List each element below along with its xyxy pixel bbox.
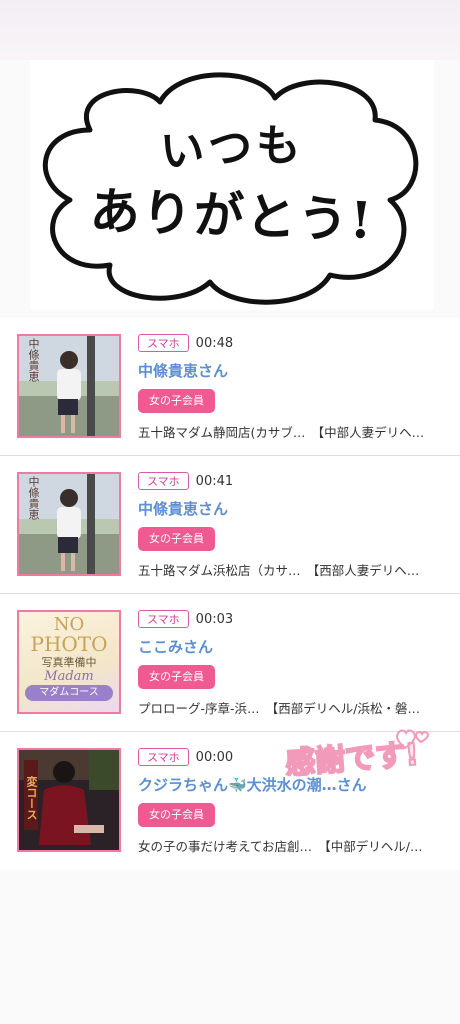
top-background: [0, 0, 460, 60]
device-badge: スマホ: [138, 748, 189, 766]
member-name-link[interactable]: クジラちゃん🐳大洪水の潮…さん: [138, 774, 448, 795]
thank-you-banner[interactable]: いつも ありがとう!: [30, 60, 434, 310]
member-name-link[interactable]: ここみさん: [138, 636, 448, 657]
device-badge: スマホ: [138, 610, 189, 628]
device-badge: スマホ: [138, 334, 189, 352]
member-type-badge: 女の子会員: [138, 803, 215, 827]
profile-thumbnail[interactable]: 中條貴恵: [17, 334, 121, 438]
profile-thumbnail[interactable]: NO PHOTO 写真準備中 Madam マダムコース: [17, 610, 121, 714]
shop-name: 女の子の事だけ考えてお店創… 【中部デリヘル/…: [138, 839, 423, 854]
device-badge: スマホ: [138, 472, 189, 490]
list-item[interactable]: NO PHOTO 写真準備中 Madam マダムコース スマホ 00:03 ここ…: [0, 594, 460, 732]
thumbnail-caption: 変コース: [25, 776, 38, 820]
shop-name: 五十路マダム静岡店(カサブ… 【中部人妻デリヘ…: [138, 425, 425, 440]
no-photo-text-2: PHOTO: [30, 632, 108, 656]
list-item[interactable]: 中條貴恵 スマホ 00:48 中條貴恵さん 女の子会員 五十路マダム静岡店(カサ…: [0, 318, 460, 456]
speech-cloud-icon: [42, 72, 419, 305]
visit-time: 00:41: [195, 473, 234, 489]
visit-time: 00:00: [195, 749, 234, 765]
visitor-list: 中條貴恵 スマホ 00:48 中條貴恵さん 女の子会員 五十路マダム静岡店(カサ…: [0, 318, 460, 870]
member-type-badge: 女の子会員: [138, 389, 215, 413]
visit-time: 00:48: [195, 335, 234, 351]
member-name-link[interactable]: 中條貴恵さん: [138, 360, 448, 381]
profile-thumbnail[interactable]: 中條貴恵: [17, 472, 121, 576]
shop-name: プロローグ-序章-浜… 【西部デリヘル/浜松・磐…: [138, 701, 420, 716]
shop-name: 五十路マダム浜松店（カサ… 【西部人妻デリヘ…: [138, 563, 420, 578]
thumbnail-caption: 中條貴恵: [27, 338, 40, 382]
visit-time: 00:03: [195, 611, 234, 627]
thumbnail-caption: 中條貴恵: [27, 476, 40, 520]
list-item[interactable]: 変コース スマホ 00:00 クジラちゃん🐳大洪水の潮…さん 女の子会員 女の子…: [0, 732, 460, 870]
list-item[interactable]: 中條貴恵 スマホ 00:41 中條貴恵さん 女の子会員 五十路マダム浜松店（カサ…: [0, 456, 460, 594]
no-photo-text-3: 写真準備中: [41, 656, 97, 669]
profile-thumbnail[interactable]: 変コース: [17, 748, 121, 852]
member-type-badge: 女の子会員: [138, 527, 215, 551]
member-name-link[interactable]: 中條貴恵さん: [138, 498, 448, 519]
no-photo-text-4: Madam: [44, 669, 94, 684]
course-ribbon: マダムコース: [25, 685, 113, 701]
member-type-badge: 女の子会員: [138, 665, 215, 689]
